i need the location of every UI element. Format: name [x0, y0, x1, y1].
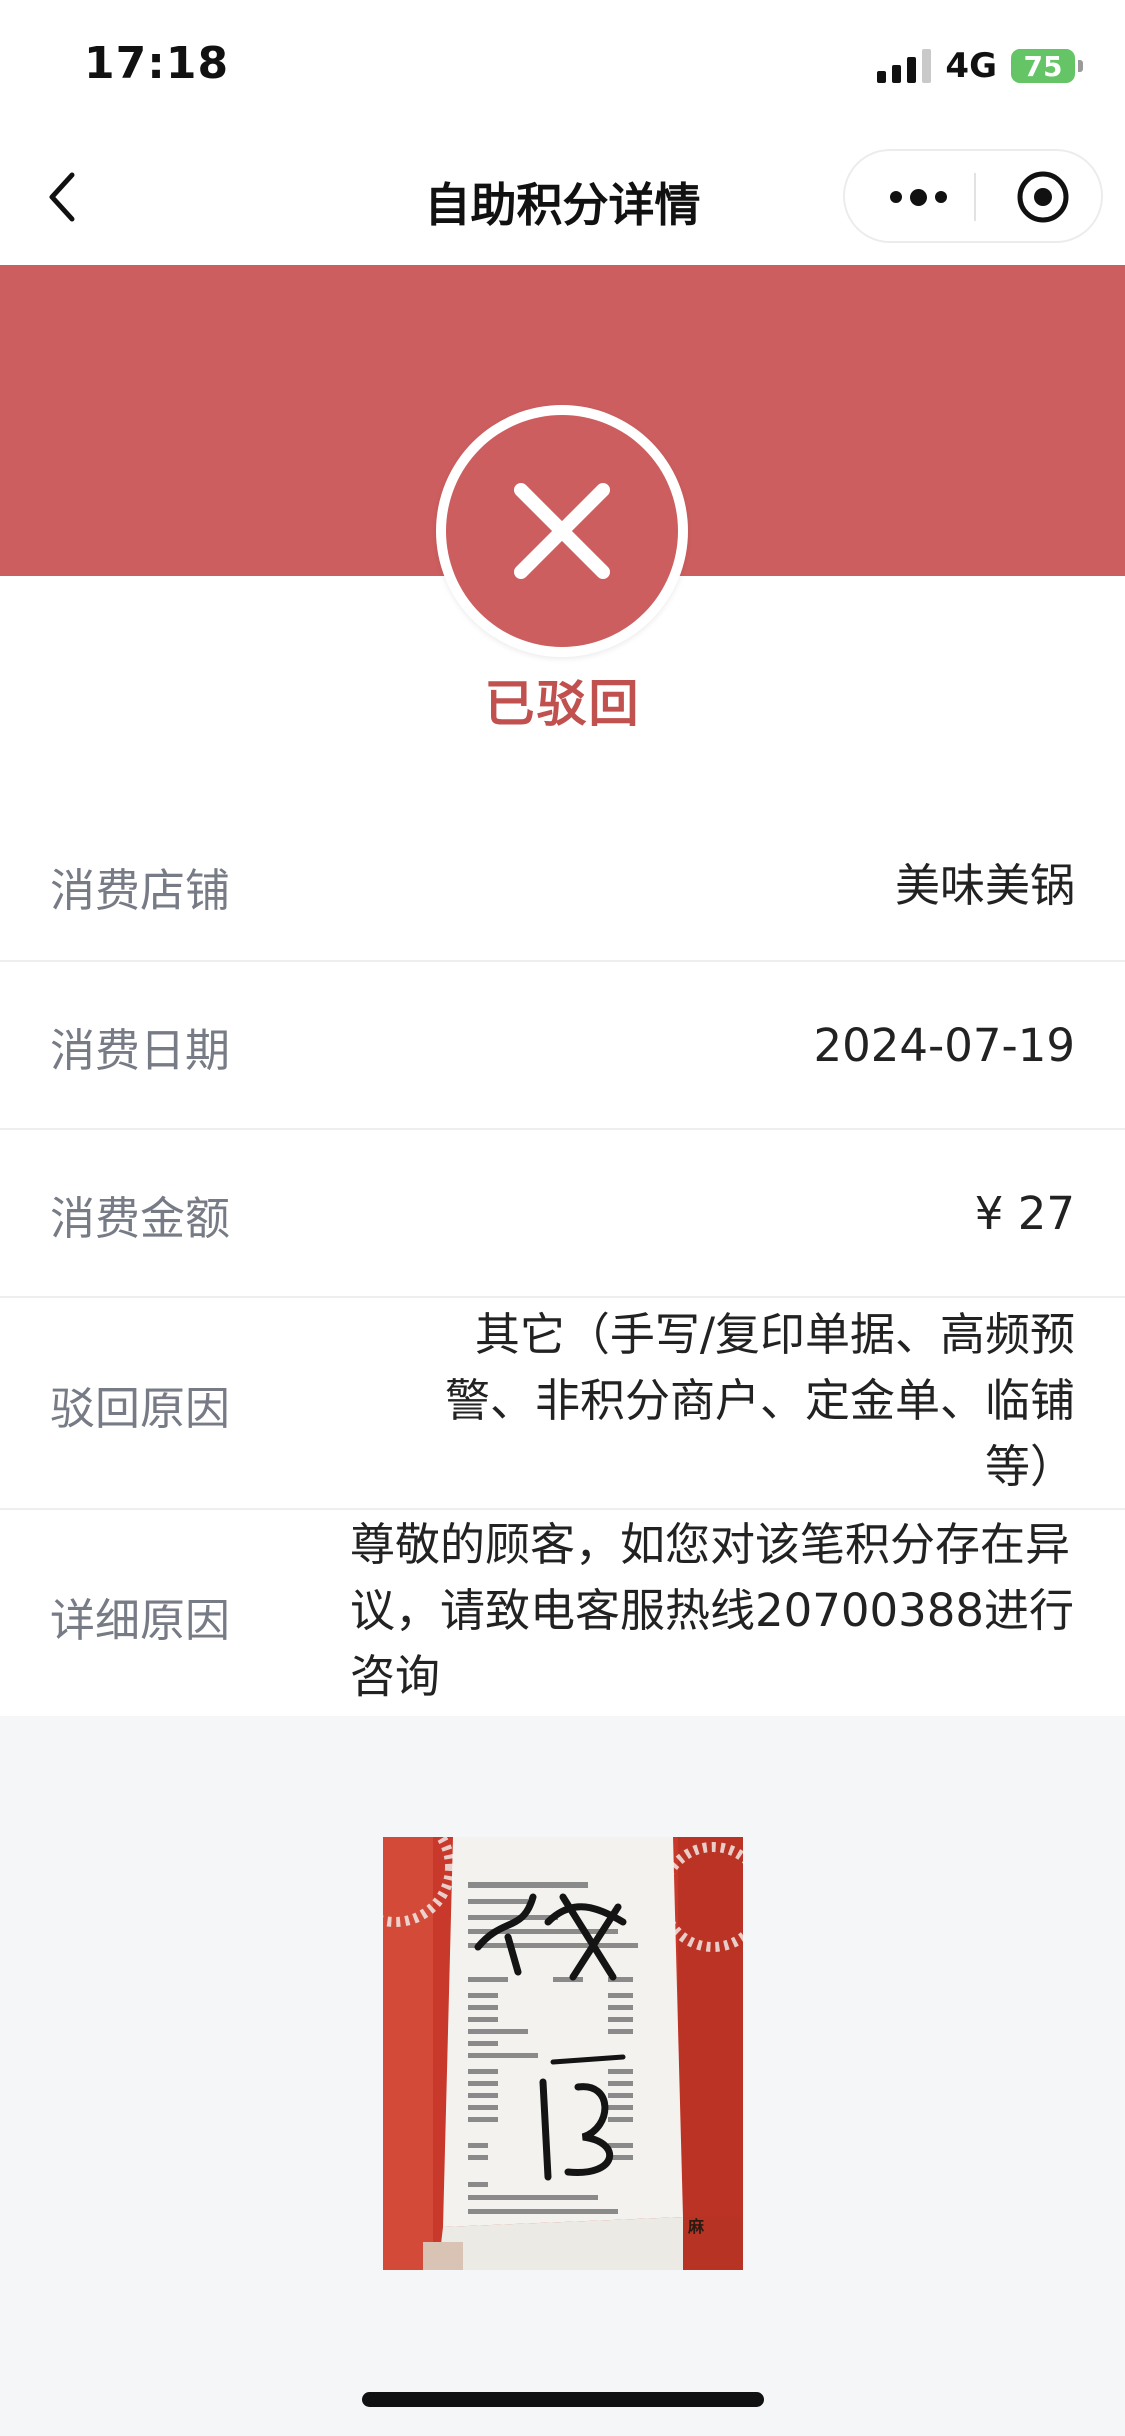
status-time: 17:18 — [84, 38, 230, 89]
receipt-image-section: 麻 — [0, 1716, 1125, 2436]
status-label: 已驳回 — [484, 675, 641, 733]
more-icon[interactable] — [883, 177, 953, 217]
row-label: 详细原因 — [50, 1594, 231, 1647]
row-value: 尊敬的顾客，如您对该笔积分存在异议，请致电客服热线20700388进行咨询 — [350, 1518, 1075, 1703]
close-x-icon — [514, 483, 610, 579]
row-label: 消费店铺 — [50, 864, 231, 917]
status-bar: 17:18 4G 75 — [0, 0, 1125, 135]
row-value: ¥ 27 — [974, 1187, 1075, 1240]
row-label: 驳回原因 — [50, 1382, 231, 1435]
row-store: 消费店铺 美味美锅 — [0, 810, 1125, 962]
row-value: 其它（手写/复印单据、高频预警、非积分商户、定金单、临铺等） — [444, 1308, 1075, 1493]
receipt-photo[interactable]: 麻 — [383, 1837, 743, 2270]
capsule-divider — [974, 173, 976, 221]
svg-text:麻: 麻 — [687, 2217, 705, 2236]
row-label: 消费金额 — [50, 1192, 231, 1245]
signal-icon — [877, 49, 932, 83]
network-type: 4G — [945, 46, 997, 86]
row-reject-reason: 驳回原因 其它（手写/复印单据、高频预警、非积分商户、定金单、临铺等） — [0, 1298, 1125, 1510]
nav-bar: 自助积分详情 — [0, 135, 1125, 265]
row-value: 2024-07-19 — [813, 1019, 1075, 1072]
receipt-image: 麻 — [383, 1837, 743, 2270]
rejected-badge — [436, 405, 688, 657]
detail-list: 消费店铺 美味美锅 消费日期 2024-07-19 消费金额 ¥ 27 驳回原因… — [0, 810, 1125, 1720]
row-label: 消费日期 — [50, 1024, 231, 1077]
row-amount: 消费金额 ¥ 27 — [0, 1130, 1125, 1298]
home-indicator — [362, 2392, 764, 2407]
battery-level: 75 — [1011, 49, 1075, 83]
status-indicators: 4G 75 — [877, 44, 1083, 88]
target-close-icon[interactable] — [1015, 169, 1071, 225]
row-detail-reason: 详细原因 尊敬的顾客，如您对该笔积分存在异议，请致电客服热线20700388进行… — [0, 1510, 1125, 1720]
battery-icon: 75 — [1011, 49, 1083, 83]
row-value: 美味美锅 — [894, 859, 1075, 912]
row-date: 消费日期 2024-07-19 — [0, 962, 1125, 1130]
mini-program-capsule — [843, 149, 1103, 243]
